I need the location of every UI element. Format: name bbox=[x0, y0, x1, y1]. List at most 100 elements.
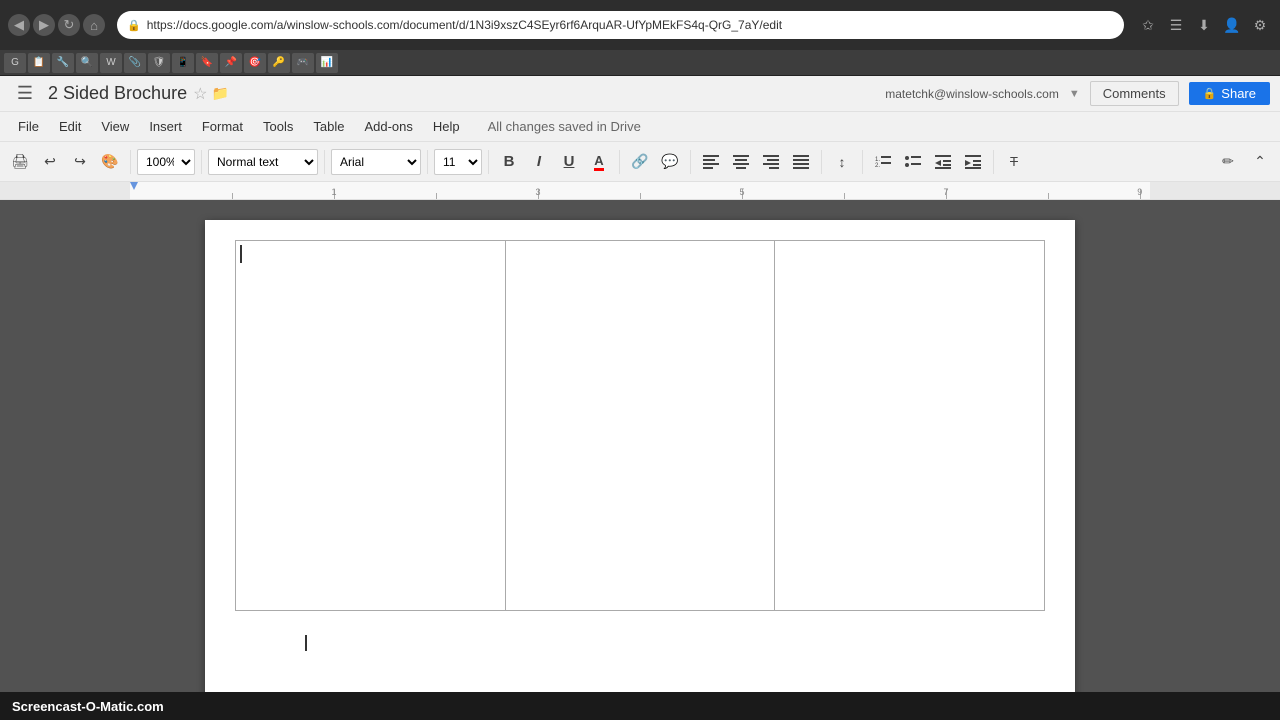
text-color-indicator: A bbox=[594, 153, 603, 171]
user-icon[interactable]: 👤 bbox=[1220, 13, 1244, 37]
menu-tools[interactable]: Tools bbox=[255, 116, 301, 137]
insert-link-button[interactable]: 🔗 bbox=[626, 148, 654, 176]
page-wrapper bbox=[205, 220, 1075, 672]
ext-icon-14[interactable]: 📊 bbox=[316, 53, 338, 73]
download-icon[interactable]: ⬇ bbox=[1192, 13, 1216, 37]
decrease-indent-button[interactable] bbox=[929, 148, 957, 176]
url-text: https://docs.google.com/a/winslow-school… bbox=[147, 18, 782, 32]
below-table-area[interactable] bbox=[235, 619, 1045, 692]
menu-help[interactable]: Help bbox=[425, 116, 468, 137]
print-button[interactable]: 🖨 bbox=[6, 148, 34, 176]
google-docs-app: ☰ 2 Sided Brochure ☆ 📁 matetchk@winslow-… bbox=[0, 76, 1280, 692]
share-button-label: Share bbox=[1221, 86, 1256, 101]
align-right-button[interactable] bbox=[757, 148, 785, 176]
ruler-inner: 1 3 5 7 9 bbox=[130, 182, 1150, 199]
ext-icon-8[interactable]: 📱 bbox=[172, 53, 194, 73]
user-email: matetchk@winslow-schools.com bbox=[885, 87, 1059, 101]
numbered-list-button[interactable]: 1.2. bbox=[869, 148, 897, 176]
folder-icon[interactable]: 📁 bbox=[211, 85, 228, 102]
toolbar-separator-6 bbox=[619, 150, 620, 174]
ruler-tick bbox=[436, 193, 437, 199]
ext-icon-12[interactable]: 🔑 bbox=[268, 53, 290, 73]
comments-button[interactable]: Comments bbox=[1090, 81, 1179, 106]
toolbar-separator-3 bbox=[324, 150, 325, 174]
toolbar-separator-9 bbox=[862, 150, 863, 174]
browser-menu-icon[interactable]: ☰ bbox=[1164, 13, 1188, 37]
suggest-edits-button[interactable]: ✏ bbox=[1214, 148, 1242, 176]
share-button[interactable]: 🔒 Share bbox=[1189, 82, 1270, 105]
expand-toolbar-button[interactable]: ⌃ bbox=[1246, 148, 1274, 176]
ext-icon-10[interactable]: 📌 bbox=[220, 53, 242, 73]
ext-icon-7[interactable]: 🛡 bbox=[148, 53, 170, 73]
toolbar-separator-8 bbox=[821, 150, 822, 174]
menu-edit[interactable]: Edit bbox=[51, 116, 89, 137]
refresh-button[interactable]: ↻ bbox=[58, 14, 80, 36]
svg-text:2.: 2. bbox=[875, 163, 880, 169]
ext-icon-11[interactable]: 🎯 bbox=[244, 53, 266, 73]
toolbar-right-actions: ✏ ⌃ bbox=[1214, 148, 1274, 176]
ext-icon-3[interactable]: 🔧 bbox=[52, 53, 74, 73]
menu-view[interactable]: View bbox=[93, 116, 137, 137]
ruler-label: 9 bbox=[1137, 187, 1142, 197]
ruler-left-tab[interactable] bbox=[130, 182, 138, 190]
toolbar-separator-4 bbox=[427, 150, 428, 174]
favorite-star-icon[interactable]: ☆ bbox=[193, 84, 207, 104]
clear-formatting-button[interactable]: T bbox=[1000, 148, 1028, 176]
ext-icon-5[interactable]: W bbox=[100, 53, 122, 73]
sidebar-toggle-button[interactable]: ☰ bbox=[10, 79, 40, 109]
toolbar-separator-5 bbox=[488, 150, 489, 174]
ext-icon-4[interactable]: 🔍 bbox=[76, 53, 98, 73]
toolbar-separator-2 bbox=[201, 150, 202, 174]
paint-format-button[interactable]: 🎨 bbox=[96, 148, 124, 176]
share-lock-icon: 🔒 bbox=[1203, 87, 1217, 100]
document-area[interactable] bbox=[0, 200, 1280, 692]
settings-icon[interactable]: ⚙ bbox=[1248, 13, 1272, 37]
ext-icon-1[interactable]: G bbox=[4, 53, 26, 73]
paragraph-style-select[interactable]: Normal text Heading 1 Heading 2 Title bbox=[208, 149, 318, 175]
table-row bbox=[236, 241, 1045, 611]
menu-insert[interactable]: Insert bbox=[141, 116, 190, 137]
bold-button[interactable]: B bbox=[495, 148, 523, 176]
italic-button[interactable]: I bbox=[525, 148, 553, 176]
text-color-button[interactable]: A bbox=[585, 148, 613, 176]
font-size-select[interactable]: 11 8 9 10 12 14 bbox=[434, 149, 482, 175]
menu-table[interactable]: Table bbox=[305, 116, 352, 137]
align-center-button[interactable] bbox=[727, 148, 755, 176]
bulleted-list-button[interactable] bbox=[899, 148, 927, 176]
page-content[interactable] bbox=[205, 220, 1075, 692]
align-left-button[interactable] bbox=[697, 148, 725, 176]
insert-comment-button[interactable]: 💬 bbox=[656, 148, 684, 176]
menu-format[interactable]: Format bbox=[194, 116, 251, 137]
undo-button[interactable]: ↩ bbox=[36, 148, 64, 176]
address-bar[interactable]: 🔒 https://docs.google.com/a/winslow-scho… bbox=[117, 11, 1124, 39]
underline-button[interactable]: U bbox=[555, 148, 583, 176]
increase-indent-button[interactable] bbox=[959, 148, 987, 176]
ext-icon-9[interactable]: 🔖 bbox=[196, 53, 218, 73]
ruler-label: 3 bbox=[535, 187, 540, 197]
table-cell-1[interactable] bbox=[236, 241, 506, 611]
ext-icon-6[interactable]: 📎 bbox=[124, 53, 146, 73]
document-title[interactable]: 2 Sided Brochure bbox=[48, 83, 187, 104]
ruler-label: 1 bbox=[331, 187, 336, 197]
ext-icon-13[interactable]: 🎮 bbox=[292, 53, 314, 73]
doc-cursor-indicator bbox=[305, 635, 311, 651]
bookmark-star-icon[interactable]: ✩ bbox=[1136, 13, 1160, 37]
align-justify-button[interactable] bbox=[787, 148, 815, 176]
ext-icon-2[interactable]: 📋 bbox=[28, 53, 50, 73]
ruler-tick bbox=[1048, 193, 1049, 199]
table-cell-2[interactable] bbox=[505, 241, 775, 611]
home-button[interactable]: ⌂ bbox=[83, 14, 105, 36]
browser-actions: ✩ ☰ ⬇ 👤 ⚙ bbox=[1136, 13, 1272, 37]
zoom-select[interactable]: 100% 75% 125% 150% bbox=[137, 149, 195, 175]
table-cell-3[interactable] bbox=[775, 241, 1045, 611]
document-page[interactable] bbox=[205, 220, 1075, 692]
forward-button[interactable]: ▶ bbox=[33, 14, 55, 36]
user-dropdown-arrow[interactable]: ▼ bbox=[1069, 88, 1080, 100]
redo-button[interactable]: ↪ bbox=[66, 148, 94, 176]
font-select[interactable]: Arial Times New Roman Courier New bbox=[331, 149, 421, 175]
menu-addons[interactable]: Add-ons bbox=[356, 116, 420, 137]
brochure-table[interactable] bbox=[235, 240, 1045, 611]
back-button[interactable]: ◀ bbox=[8, 14, 30, 36]
line-spacing-button[interactable]: ↕ bbox=[828, 148, 856, 176]
menu-file[interactable]: File bbox=[10, 116, 47, 137]
